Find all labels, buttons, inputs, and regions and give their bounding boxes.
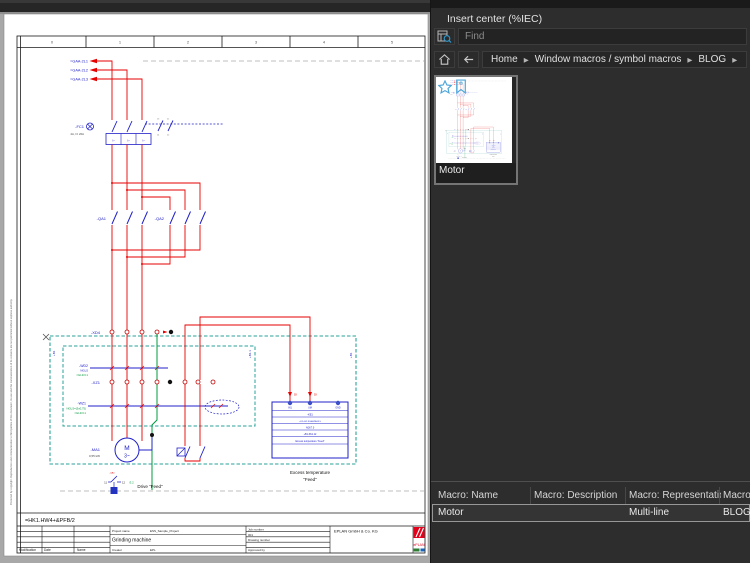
header-macro-source[interactable]: Macro: [723,490,750,501]
qa1-tag: -QA1 [97,216,107,221]
supply-label: =GAA-2L3 [70,78,88,82]
project-name-value: ESS_Sample_Project [150,529,179,533]
cell-macro-representation: Multi-line [629,507,669,518]
drawing-number-label: Drawing number [248,538,270,542]
breadcrumb-separator-icon: ▶ [732,56,737,64]
plc-row-text: %2K7.0 [306,426,315,429]
aux-pin-11: 11 [104,481,107,485]
breadcrumb: Home ▶ Window macros / symbol macros ▶ B… [482,51,747,68]
panel-top-strip [431,0,750,8]
back-arrow-icon [462,53,475,66]
macro-table-header: Macro: Name Macro: Description Macro: Re… [431,487,750,504]
cell-macro-name: Motor [438,507,464,518]
motor-phases: 3~ [124,454,130,460]
job-number-label: Job number [248,528,264,532]
home-button[interactable] [434,51,455,68]
di-label: DI [314,393,317,397]
home-icon [438,53,451,66]
favorite-star-icon[interactable] [438,80,452,94]
supply-label: =GAA-2L1 [70,60,88,64]
breadcrumb-item-home[interactable]: Home [491,54,518,65]
header-macro-description[interactable]: Macro: Description [534,490,617,501]
copyright-note: Protected by copyright. Reproduction and… [9,298,13,505]
table-divider [431,481,750,482]
modification-label: Modification [19,548,36,552]
structure-label-right: +B1 [349,352,353,358]
caption-drive: Drive "Feed" [137,484,163,489]
company-name: EPLAN GmbH & Co. KG [334,529,378,534]
plc-terminal-label: UM [308,407,312,410]
wz1-tag: -WZ1 [77,402,86,406]
xz1-tag: -XZ1 [91,380,100,385]
search-filter-icon [437,30,452,43]
plc-row-text: Excess temperature "Feed" [295,440,324,443]
aux-crossref: /3.2 [129,481,134,485]
structure-label-inner: +B1.1 [248,350,252,358]
wd2-crossref: =GL3/3.1 [76,373,88,377]
macro-thumbnail [436,77,512,163]
fc1-rating: 2A, N: 20A [70,132,84,136]
breadcrumb-separator-icon: ▶ [687,56,692,64]
header-macro-representation[interactable]: Macro: Representatio... [629,490,721,501]
caption-excess-1: Excess temperature [290,470,331,475]
xd4-tag: -XD4 [91,330,101,335]
project-name-label: Project name [112,529,130,533]
search-filter-button[interactable] [434,28,455,45]
motor-letter: M [124,445,129,452]
structure-label-outer: +B1 [52,350,56,356]
top-bar-highlight [0,0,430,3]
wd2-tag: -WD2 [79,364,88,368]
panel-title: Insert center (%IEC) [447,13,542,25]
di-label: DI [294,393,297,397]
schematic-canvas[interactable]: 0 1 2 3 4 5 Protected by copyright. Repr… [0,0,430,563]
plc-input-box: IN1 UM GND -KE1 +K1+B1.XG&EPA13.5 %2K7.0… [272,401,348,458]
supply-label: =GAA-2L2 [70,69,88,73]
motor-power: 0,55 kW [89,454,100,458]
aux-coil-ref: -QA1 [109,472,115,475]
aux-pin-12: 12 [122,481,126,485]
header-macro-name[interactable]: Macro: Name [438,490,498,501]
plc-row-text: +K1+B1.XG&EPA13.5 [299,420,321,423]
cell-macro-source: BLOG [723,507,750,518]
page-identifier: =HK1.HW4+&PFB/2 [25,518,75,524]
wz1-crossref: =GL3/3.1 [74,411,86,415]
creator-value: EPL [150,548,156,552]
creator-label: Creator [112,548,122,552]
bookmark-icon[interactable] [455,79,467,94]
fc1-tag: -FC1 [75,124,85,129]
breadcrumb-item-window-macros[interactable]: Window macros / symbol macros [535,54,682,65]
search-row [434,28,747,45]
motor-tag: -MA1 [90,447,100,452]
name-label: Name [77,548,86,552]
drawing-workspace[interactable]: 0 1 2 3 4 5 Protected by copyright. Repr… [0,0,430,563]
plc-row-text: +B1-PA1.12 [304,433,317,436]
qa2-tag: -QA2 [155,216,165,221]
breadcrumb-item-blog[interactable]: BLOG [698,54,726,65]
eplan-window: 0 1 2 3 4 5 Protected by copyright. Repr… [0,0,750,563]
back-button[interactable] [458,51,479,68]
insert-center-panel: Insert center (%IEC) [430,0,750,563]
plc-terminal-label: IN1 [288,407,292,410]
breadcrumb-separator-icon: ▶ [524,56,529,64]
plc-row-text: -KE1 [307,412,313,416]
date-label: Date [44,548,51,552]
plc-terminal-label: GND [335,407,341,410]
approved-by-label: Approved by [248,548,265,552]
eplan-logo-text: ePLAN [413,543,425,547]
caption-excess-2: "Feed" [303,477,317,482]
macro-table-row-motor[interactable]: Motor Multi-line BLOG [432,504,750,522]
page-description: Grinding machine [112,538,151,544]
find-input[interactable] [458,28,747,45]
job-number-value: 001 [248,533,253,537]
schematic-page[interactable] [4,14,428,556]
macro-tile-label: Motor [436,163,516,183]
macro-tile-motor[interactable]: Motor [434,75,518,185]
breadcrumb-row: Home ▶ Window macros / symbol macros ▶ B… [434,51,747,68]
